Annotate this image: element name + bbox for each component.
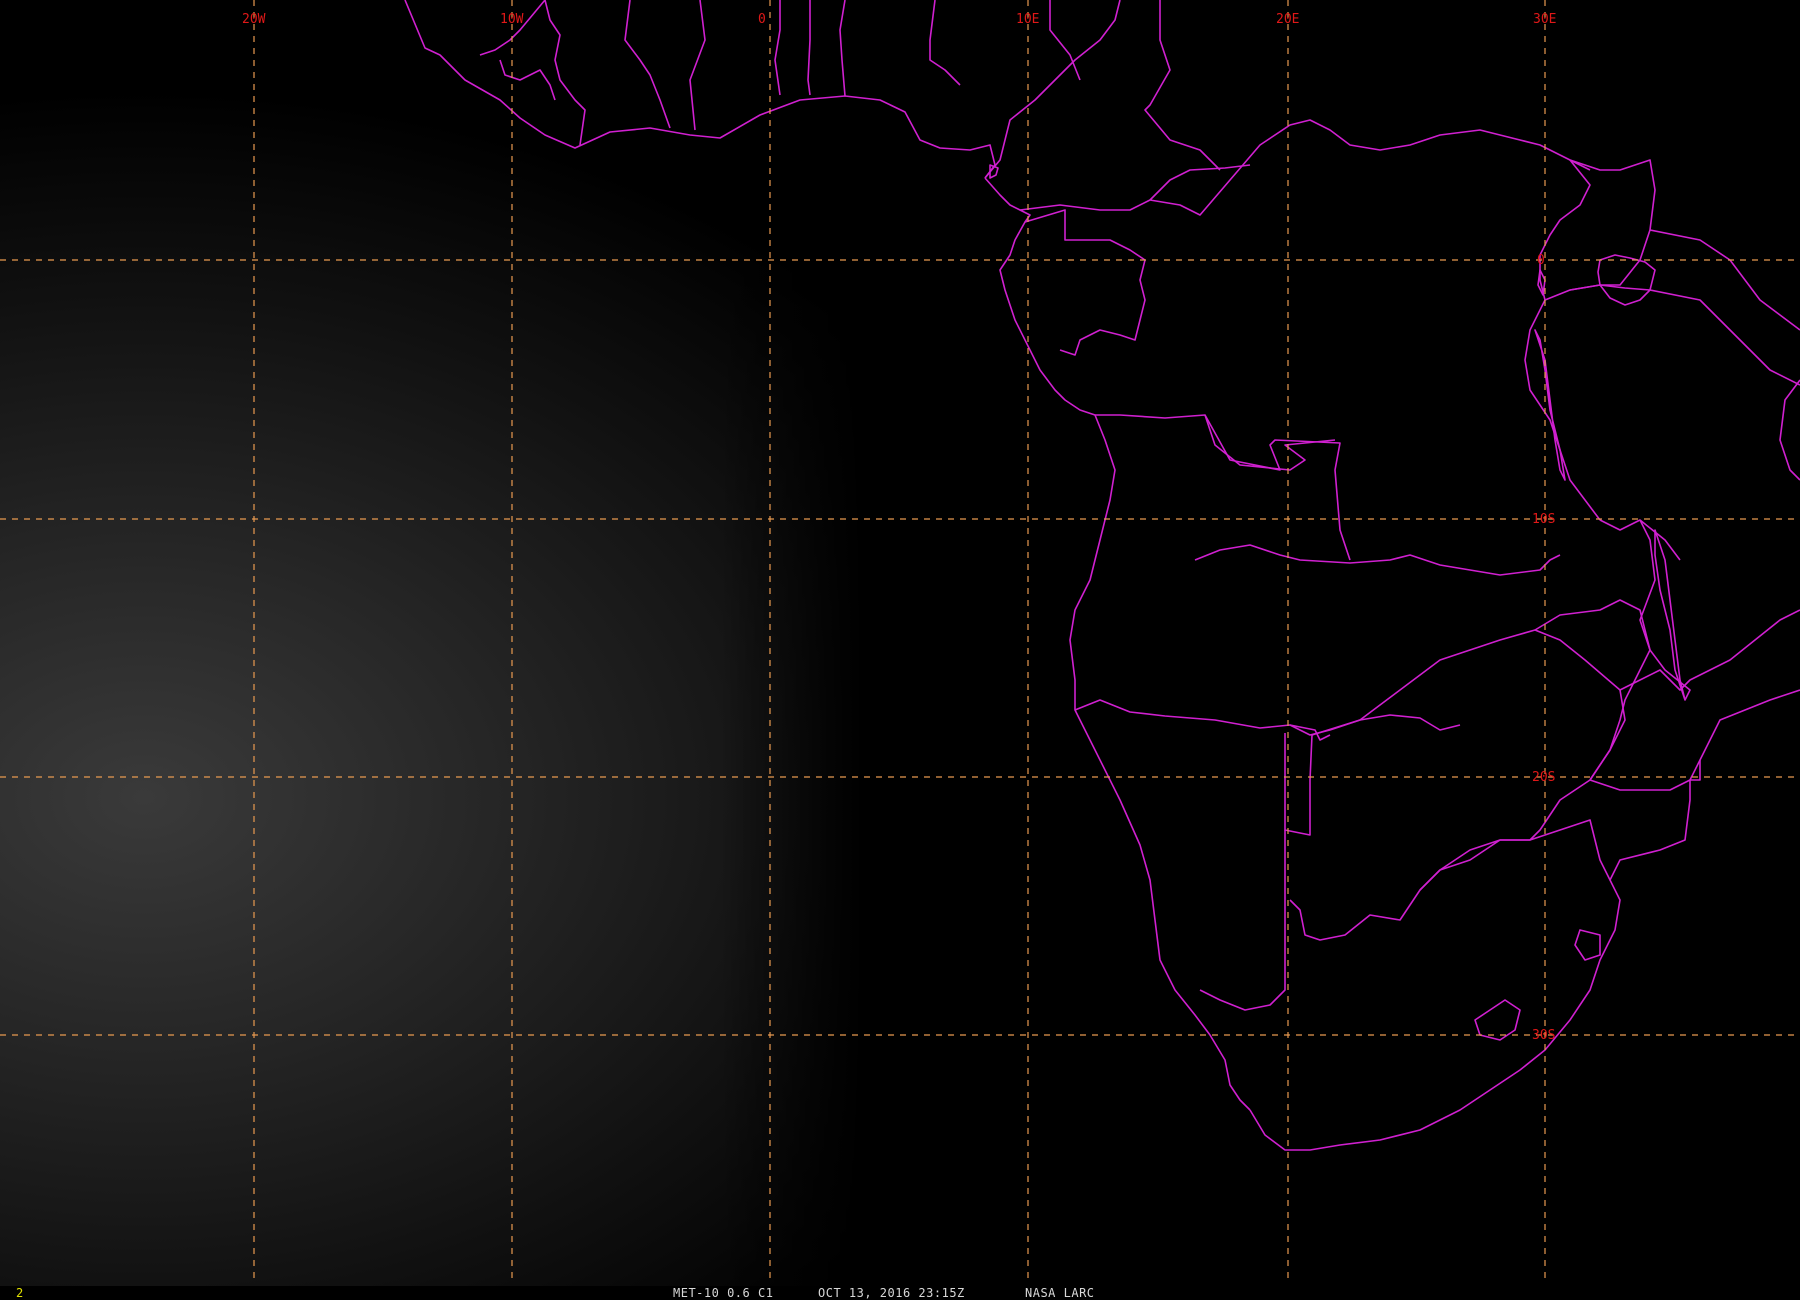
latitude-label: 20S	[1532, 770, 1555, 785]
image-datetime: OCT 13, 2016 23:15Z	[818, 1286, 965, 1300]
agency-label: NASA LARC	[1025, 1286, 1095, 1300]
latitude-label: 30S	[1532, 1028, 1555, 1043]
longitude-label: 0	[758, 12, 766, 27]
longitude-label: 30E	[1533, 12, 1556, 27]
latitude-label: 10S	[1532, 512, 1555, 527]
longitude-label: 20W	[242, 12, 266, 27]
satellite-map-viewer[interactable]: 20W 10W 0 10E 20E 30E 0 10S 20S 30S	[0, 0, 1800, 1300]
longitude-label: 10W	[500, 12, 524, 27]
longitude-label: 10E	[1016, 12, 1039, 27]
status-bar: 2 MET-10 0.6 C1 OCT 13, 2016 23:15Z NASA…	[0, 1286, 1800, 1300]
latitude-label: 0	[1537, 253, 1545, 268]
longitude-label: 20E	[1276, 12, 1299, 27]
frame-number: 2	[16, 1286, 24, 1300]
satellite-image-fade	[0, 0, 1800, 1286]
satellite-channel-label: MET-10 0.6 C1	[673, 1286, 774, 1300]
map-canvas: 20W 10W 0 10E 20E 30E 0 10S 20S 30S	[0, 0, 1800, 1286]
